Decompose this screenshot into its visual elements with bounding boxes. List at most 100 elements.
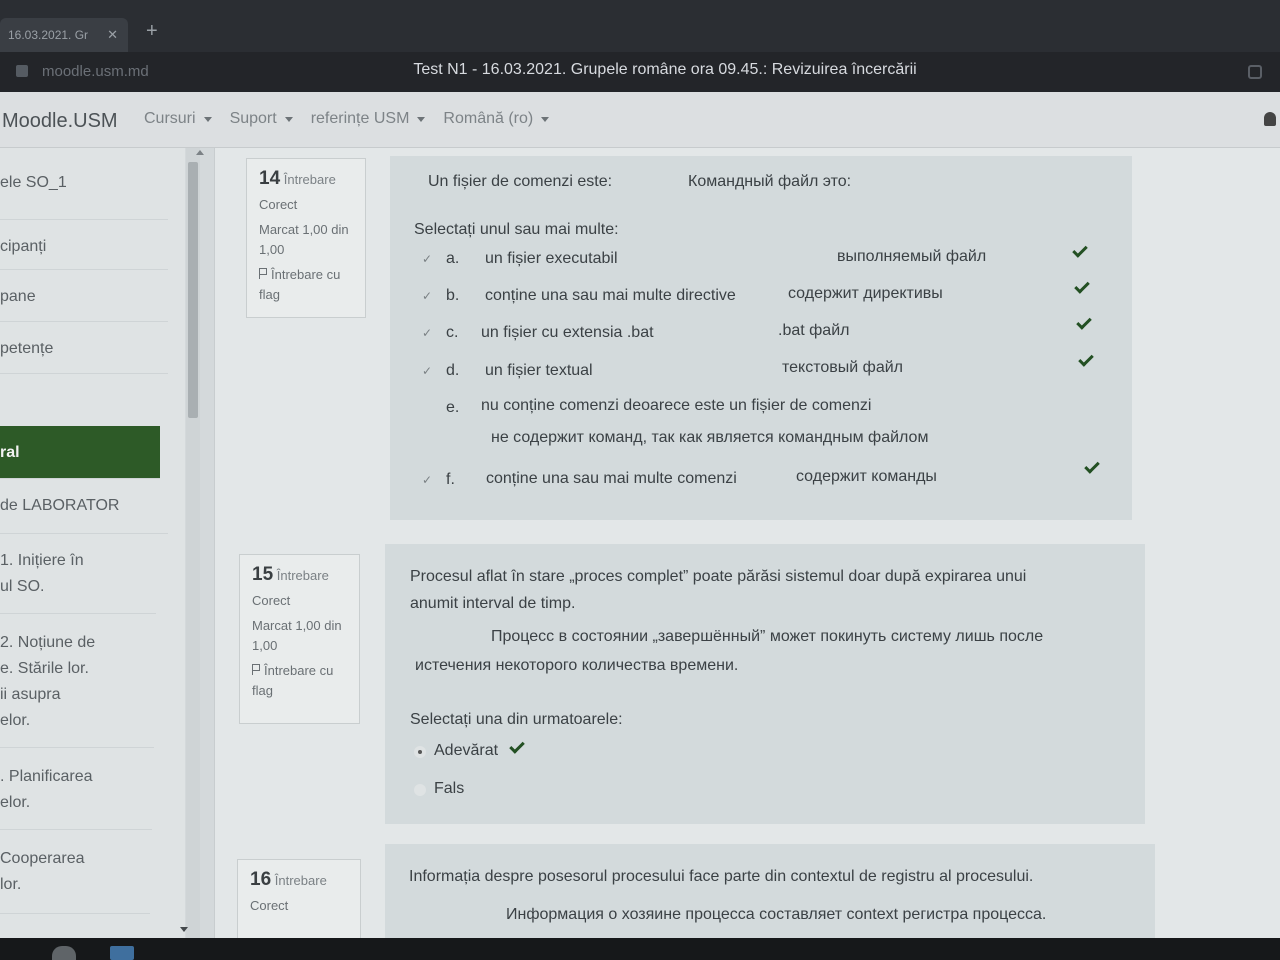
answer-prompt: Selectați una din urmatoarele: [410,711,623,728]
answer-checkbox[interactable]: ✓ [420,252,434,266]
chevron-down-icon [417,116,426,122]
option-text-ru: содержит команды [796,468,937,485]
option-text: Adevărat [434,742,499,759]
option-letter: e. [446,399,460,416]
option-text-ru: содержит директивы [788,285,943,302]
answer-checkbox[interactable]: ✓ [420,364,434,378]
answer-checkbox[interactable]: ✓ [420,326,434,340]
drawer-item[interactable]: cipanți [0,220,168,270]
question-label: Întrebare [283,172,336,187]
chevron-down-icon [541,116,550,122]
question-number: 14 [259,168,281,189]
window-title: Test N1 - 16.03.2021. Grupele române ora… [413,61,917,78]
question-label: Întrebare [274,873,327,888]
browser-tab[interactable]: 16.03.2021. Gr ✕ [0,18,128,52]
chevron-down-icon [284,116,293,122]
answer-radio[interactable] [414,746,426,758]
drawer-scroll-thumb[interactable] [188,162,198,418]
flag-icon [252,664,260,675]
drawer-item[interactable]: petențe [0,322,168,374]
question-marks: Marcat 1,00 din 1,00 [252,618,342,653]
question-box-14: Un fișier de comenzi este: Командный фай… [390,156,1132,520]
menu-referinte[interactable]: referințe USM [311,110,426,128]
address-bar: moodle.usm.md Test N1 - 16.03.2021. Grup… [0,52,1280,92]
drawer-item[interactable]: pane [0,270,168,322]
question-text: Procesul aflat în stare „proces complet”… [410,568,1027,585]
menu-label: Cursuri [144,110,196,127]
option-text-ru: не содержит команд, так как является ком… [491,429,929,446]
drawer-item[interactable]: . Planificarea elor. [0,748,152,830]
option-text: conține una sau mai multe directive [485,287,736,304]
question-marks: Marcat 1,00 din 1,00 [259,222,349,257]
menu-cursuri[interactable]: Cursuri [144,110,212,128]
flag-label: Întrebare cu flag [252,663,334,698]
question-text-ru: Командный файл это: [688,173,852,190]
option-letter: d. [446,362,460,379]
correct-check-icon [1084,458,1100,474]
page-main: ele SO_1 cipanți pane petențe ral de LAB… [0,148,1280,938]
tab-title: 16.03.2021. Gr [8,28,89,42]
option-text: conține una sau mai multe comenzi [486,470,737,487]
option-text-ru: .bat файл [778,322,850,339]
flag-label: Întrebare cu flag [259,267,341,302]
option-letter: a. [446,250,460,267]
browser-tabbar: 16.03.2021. Gr ✕ + [0,0,1280,52]
moodle-navbar: Moodle.USM Cursuri Suport referințe USM … [0,92,1280,148]
drawer-item[interactable]: ele SO_1 [0,170,168,220]
os-taskbar [0,938,1280,960]
menu-language[interactable]: Română (ro) [443,110,550,128]
question-text-ru: Процесс в состоянии „завершённый” может … [491,628,1044,645]
notification-bell-icon[interactable] [1264,112,1276,126]
question-status: Corect [250,898,289,913]
menu-label: Română (ro) [443,110,534,127]
correct-check-icon [1074,278,1090,294]
answer-checkbox[interactable] [420,401,434,415]
app-icon[interactable] [110,946,134,960]
answer-checkbox[interactable]: ✓ [420,473,434,487]
site-brand[interactable]: Moodle.USM [2,110,118,133]
nav-menu: Cursuri Suport referințe USM Română (ro) [144,110,550,128]
option-text-ru: текстовый файл [782,359,903,376]
flag-icon [259,268,267,279]
correct-check-icon [1078,351,1094,367]
scroll-down-icon[interactable] [180,927,188,932]
option-text: Fals [434,780,465,797]
question-text: anumit interval de timp. [410,595,576,612]
question-number: 15 [252,564,274,585]
option-letter: f. [446,471,455,488]
question-text: Un fișier de comenzi este: [428,173,613,190]
scroll-up-icon[interactable] [196,150,204,155]
drawer-item[interactable]: 1. Inițiere în ul SO. [0,534,156,614]
app-icon[interactable] [52,946,76,960]
chevron-down-icon [203,116,212,122]
answer-radio[interactable] [414,784,426,796]
drawer-item[interactable]: de LABORATOR [0,479,168,534]
menu-label: Suport [229,110,277,127]
drawer-item[interactable]: Cooperarea lor. [0,830,150,914]
answer-prompt: Selectați unul sau mai multe: [414,221,619,238]
new-tab-button[interactable]: + [146,20,158,43]
option-text: un fișier textual [485,362,593,379]
option-text: nu conține comenzi deoarece este un fiși… [481,397,872,414]
answer-checkbox[interactable]: ✓ [420,289,434,303]
question-label: Întrebare [276,568,329,583]
question-box-15: Procesul aflat în stare „proces complet”… [385,544,1145,824]
option-text-ru: выполняемый файл [837,248,987,265]
question-info-16: 16 Întrebare Corect [237,859,361,938]
option-letter: c. [446,324,459,341]
extension-icon[interactable] [1248,65,1262,79]
question-status: Corect [259,197,298,212]
question-text: Informația despre posesorul procesului f… [409,868,1034,885]
nav-drawer: ele SO_1 cipanți pane petențe ral de LAB… [0,148,185,938]
option-text: un fișier cu extensia .bat [481,324,654,341]
option-letter: b. [446,287,460,304]
menu-suport[interactable]: Suport [230,110,293,128]
question-list: 14 Întrebare Corect Marcat 1,00 din 1,00… [215,148,1280,938]
flag-question-link[interactable]: Întrebare cu flag [259,265,353,305]
question-info-14: 14 Întrebare Corect Marcat 1,00 din 1,00… [246,158,366,318]
drawer-item[interactable]: 2. Noțiune de e. Stările lor. ii asupra … [0,614,154,748]
flag-question-link[interactable]: Întrebare cu flag [252,661,347,701]
close-icon[interactable]: ✕ [107,27,118,43]
drawer-item-active[interactable]: ral [0,426,160,479]
correct-check-icon [1076,314,1092,330]
